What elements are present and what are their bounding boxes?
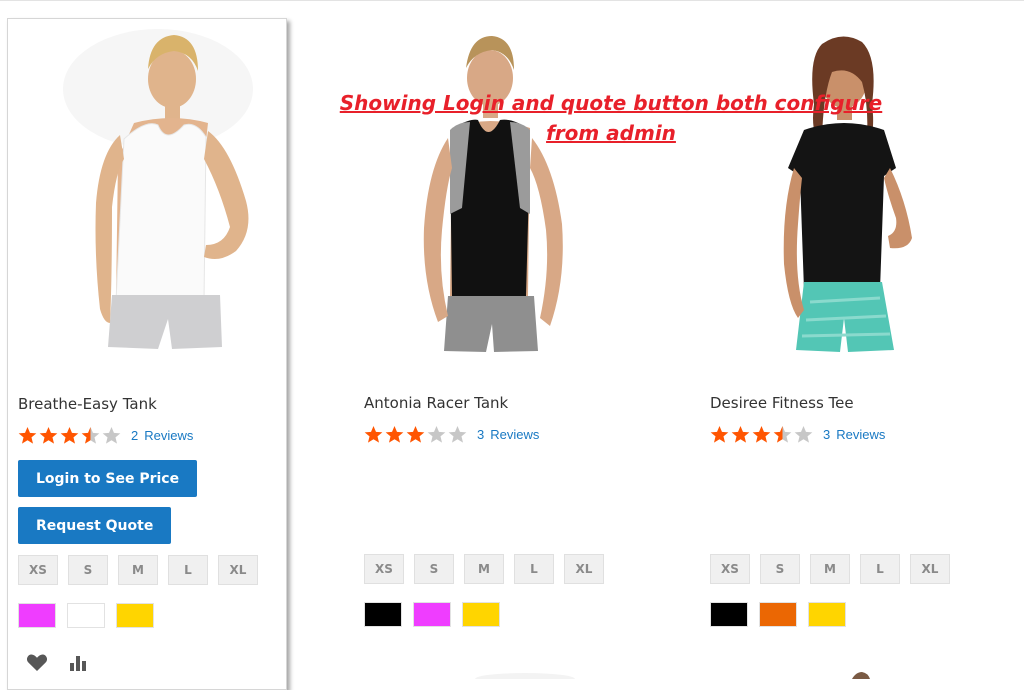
review-label: Reviews	[144, 427, 194, 443]
review-count: 2	[131, 427, 139, 443]
reviews-link[interactable]: 3 Reviews	[823, 427, 885, 442]
star-empty-icon	[794, 425, 813, 443]
star-full-icon	[406, 425, 425, 443]
star-full-icon	[385, 425, 404, 443]
product-actions	[26, 653, 108, 673]
size-option-s[interactable]: S	[414, 554, 454, 584]
size-option-l[interactable]: L	[860, 554, 900, 584]
next-row-product-image	[475, 673, 575, 679]
size-options: XS S M L XL	[18, 555, 268, 585]
size-option-l[interactable]: L	[514, 554, 554, 584]
annotation-line-1: Showing Login and quote button both conf…	[339, 91, 883, 115]
size-option-s[interactable]: S	[760, 554, 800, 584]
annotation-line-2: from admin	[546, 121, 676, 145]
color-swatch[interactable]	[759, 602, 797, 627]
review-label: Reviews	[836, 426, 886, 442]
product-name[interactable]: Antonia Racer Tank	[364, 394, 508, 412]
next-row-product-image	[852, 672, 870, 679]
color-swatch[interactable]	[18, 603, 56, 628]
reviews-link[interactable]: 3 Reviews	[477, 427, 539, 442]
color-swatch[interactable]	[710, 602, 748, 627]
star-half-icon	[773, 425, 792, 443]
color-swatch[interactable]	[808, 602, 846, 627]
size-option-xl[interactable]: XL	[910, 554, 950, 584]
product-card[interactable]: Breathe-Easy Tank 2 Reviews Login to See …	[7, 18, 287, 690]
size-option-xl[interactable]: XL	[564, 554, 604, 584]
product-name[interactable]: Desiree Fitness Tee	[710, 394, 854, 412]
color-swatch[interactable]	[462, 602, 500, 627]
review-count: 3	[477, 426, 485, 442]
color-swatches	[18, 603, 165, 628]
size-option-m[interactable]: M	[810, 554, 850, 584]
product-grid: Breathe-Easy Tank 2 Reviews Login to See …	[0, 0, 1024, 690]
color-swatches	[710, 602, 857, 627]
color-swatch[interactable]	[364, 602, 402, 627]
review-count: 3	[823, 426, 831, 442]
login-to-see-price-button[interactable]: Login to See Price	[18, 460, 198, 497]
star-empty-icon	[102, 426, 121, 444]
size-option-l[interactable]: L	[168, 555, 208, 585]
size-options: XS S M L XL	[710, 554, 960, 584]
rating-stars	[364, 425, 469, 444]
request-quote-button[interactable]: Request Quote	[18, 507, 172, 544]
product-image-desiree-fitness-tee[interactable]	[700, 18, 978, 363]
star-full-icon	[39, 426, 58, 444]
star-full-icon	[364, 425, 383, 443]
review-label: Reviews	[490, 426, 540, 442]
size-options: XS S M L XL	[364, 554, 614, 584]
color-swatches	[364, 602, 511, 627]
star-empty-icon	[427, 425, 446, 443]
size-option-xs[interactable]: XS	[364, 554, 404, 584]
size-option-s[interactable]: S	[68, 555, 108, 585]
product-image-breathe-easy-tank[interactable]	[8, 19, 286, 364]
color-swatch[interactable]	[67, 603, 105, 628]
product-rating: 2 Reviews	[18, 424, 193, 446]
compare-icon[interactable]	[67, 653, 89, 673]
admin-config-annotation: Showing Login and quote button both conf…	[330, 88, 892, 148]
size-option-xs[interactable]: XS	[18, 555, 58, 585]
color-swatch[interactable]	[413, 602, 451, 627]
star-full-icon	[60, 426, 79, 444]
star-full-icon	[731, 425, 750, 443]
product-rating: 3 Reviews	[710, 423, 885, 445]
size-option-m[interactable]: M	[464, 554, 504, 584]
product-name[interactable]: Breathe-Easy Tank	[18, 395, 157, 413]
product-rating: 3 Reviews	[364, 423, 539, 445]
reviews-link[interactable]: 2 Reviews	[131, 428, 193, 443]
star-full-icon	[710, 425, 729, 443]
size-option-xs[interactable]: XS	[710, 554, 750, 584]
size-option-m[interactable]: M	[118, 555, 158, 585]
product-image-antonia-racer-tank[interactable]	[354, 18, 632, 363]
star-empty-icon	[448, 425, 467, 443]
star-full-icon	[752, 425, 771, 443]
rating-stars	[710, 425, 815, 444]
size-option-xl[interactable]: XL	[218, 555, 258, 585]
star-full-icon	[18, 426, 37, 444]
rating-stars	[18, 426, 123, 445]
heart-icon[interactable]	[26, 653, 48, 673]
color-swatch[interactable]	[116, 603, 154, 628]
star-half-icon	[81, 426, 100, 444]
